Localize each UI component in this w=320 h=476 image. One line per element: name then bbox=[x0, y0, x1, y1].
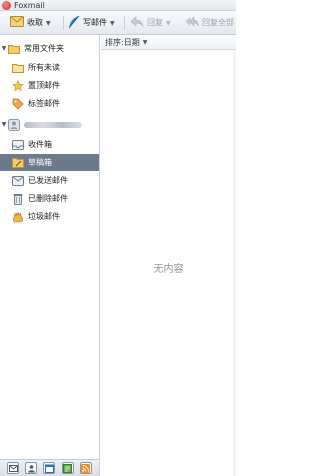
contacts-icon[interactable] bbox=[25, 462, 38, 474]
sort-label: 排序:日期 bbox=[105, 37, 140, 47]
sidebar-item-label: 收件箱 bbox=[28, 140, 52, 149]
envelope-icon bbox=[10, 16, 24, 30]
chevron-down-icon[interactable]: ▼ bbox=[143, 39, 148, 46]
sidebar-item-label: 已发送邮件 bbox=[28, 176, 68, 185]
compose-button[interactable]: 写邮件 ▼ bbox=[68, 15, 115, 31]
window-title: Foxmail bbox=[14, 1, 45, 10]
reply-label: 回复 bbox=[147, 18, 163, 27]
foxmail-logo-icon bbox=[2, 1, 11, 10]
rss-icon[interactable] bbox=[79, 462, 92, 474]
star-icon bbox=[12, 79, 24, 92]
reply-all-label: 回复全部 bbox=[202, 18, 234, 27]
common-folders-label: 常用文件夹 bbox=[24, 44, 64, 53]
sidebar-item-tagged[interactable]: 标签邮件 bbox=[0, 95, 99, 112]
sidebar-item-label: 垃圾邮件 bbox=[28, 212, 60, 221]
sort-bar[interactable]: 排序:日期 ▼ bbox=[101, 35, 236, 50]
compose-feather-icon bbox=[68, 15, 80, 32]
sidebar-item-spam[interactable]: 垃圾邮件 bbox=[0, 208, 99, 225]
toolbar-separator bbox=[124, 16, 125, 30]
sidebar-item-label: 所有未读 bbox=[28, 63, 60, 72]
receive-button[interactable]: 收取 ▼ bbox=[10, 15, 51, 31]
folder-icon bbox=[8, 43, 20, 55]
empty-list-message: 无内容 bbox=[153, 264, 184, 275]
spam-icon bbox=[12, 211, 24, 223]
sidebar-item-label: 标签邮件 bbox=[28, 99, 60, 108]
folder-icon bbox=[12, 62, 24, 74]
toolbar-separator bbox=[63, 16, 64, 30]
calendar-icon[interactable] bbox=[43, 462, 56, 474]
reply-all-arrow-icon bbox=[185, 16, 199, 30]
title-bar: Foxmail bbox=[0, 0, 236, 11]
bottom-nav-bar bbox=[0, 459, 100, 476]
common-folders-group[interactable]: ▼ 常用文件夹 bbox=[0, 40, 99, 57]
receive-label: 收取 bbox=[27, 18, 43, 27]
notes-icon[interactable] bbox=[61, 462, 74, 474]
reply-arrow-icon bbox=[130, 16, 144, 30]
account-group[interactable]: ▼ bbox=[0, 116, 99, 133]
account-name-blurred bbox=[24, 121, 82, 128]
tag-icon bbox=[12, 98, 24, 110]
sidebar-item-all-unread[interactable]: 所有未读 bbox=[0, 59, 99, 76]
message-list-pane: 排序:日期 ▼ 无内容 bbox=[101, 35, 236, 476]
sidebar-item-pinned[interactable]: 置顶邮件 bbox=[0, 77, 99, 94]
toolbar: 收取 ▼ 写邮件 ▼ 回复 ▼ 回复全部 bbox=[0, 11, 236, 35]
sidebar-item-drafts[interactable]: 草稿箱 bbox=[0, 154, 99, 171]
reply-dropdown-icon[interactable]: ▼ bbox=[166, 20, 171, 27]
mail-icon[interactable] bbox=[7, 462, 20, 474]
sidebar-item-inbox[interactable]: 收件箱 bbox=[0, 136, 99, 153]
collapse-toggle-icon[interactable]: ▼ bbox=[0, 45, 8, 52]
drafts-icon bbox=[12, 157, 24, 169]
compose-dropdown-icon[interactable]: ▼ bbox=[110, 20, 115, 27]
account-icon bbox=[8, 118, 20, 131]
receive-dropdown-icon[interactable]: ▼ bbox=[46, 20, 51, 27]
sidebar-item-label: 置顶邮件 bbox=[28, 81, 60, 90]
scrollbar-track[interactable] bbox=[233, 50, 236, 476]
sidebar-item-sent[interactable]: 已发送邮件 bbox=[0, 172, 99, 189]
compose-label: 写邮件 bbox=[83, 18, 107, 27]
folder-sidebar: ▼ 常用文件夹 所有未读 置顶邮件 标签邮件 ▼ 收件箱 草稿箱 已发送邮件 已… bbox=[0, 35, 100, 459]
inbox-icon bbox=[12, 139, 24, 151]
sent-icon bbox=[12, 175, 24, 187]
reply-all-button[interactable]: 回复全部 bbox=[185, 15, 234, 31]
sidebar-item-deleted[interactable]: 已删除邮件 bbox=[0, 190, 99, 207]
sidebar-item-label: 已删除邮件 bbox=[28, 194, 68, 203]
reply-button[interactable]: 回复 ▼ bbox=[130, 15, 171, 31]
sidebar-item-label: 草稿箱 bbox=[28, 158, 52, 167]
collapse-toggle-icon[interactable]: ▼ bbox=[0, 121, 8, 128]
trash-icon bbox=[12, 193, 24, 205]
